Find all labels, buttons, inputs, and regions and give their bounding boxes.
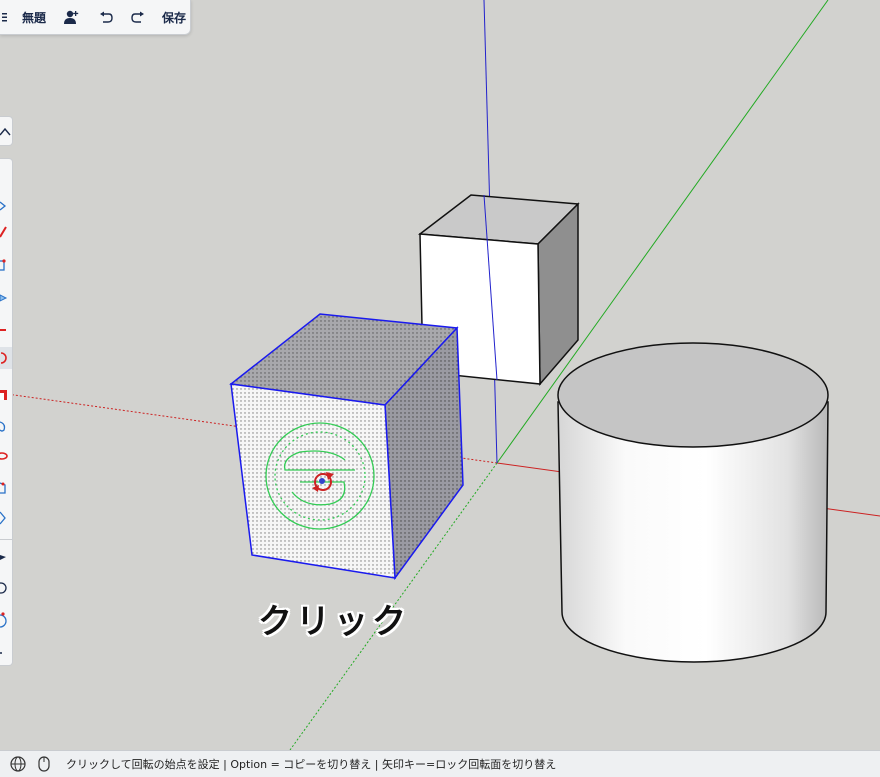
orbit-tool-icon[interactable] (0, 445, 12, 467)
menu-icon[interactable] (0, 0, 12, 34)
undo-icon[interactable] (92, 0, 120, 34)
status-bar: クリックして回転の始点を設定 | Option = コピーを切り替え | 矢印キ… (0, 750, 880, 777)
select-tool-icon[interactable] (0, 193, 12, 215)
collapse-toolbar-button[interactable] (0, 116, 13, 146)
zoom-tool-icon[interactable] (0, 507, 12, 529)
tools-panel (0, 158, 13, 666)
tape-measure-tool-icon[interactable] (0, 547, 12, 569)
globe-icon[interactable] (10, 756, 30, 772)
redo-icon[interactable] (124, 0, 152, 34)
rectangle-tool-icon[interactable] (0, 253, 12, 275)
document-title[interactable]: 無題 (18, 0, 50, 34)
move-tool-icon[interactable] (0, 319, 12, 341)
add-user-icon[interactable] (58, 0, 86, 34)
protractor-tool-icon[interactable] (0, 609, 12, 631)
push-pull-tool-icon[interactable] (0, 287, 12, 309)
pencil-tool-icon[interactable] (0, 221, 12, 243)
top-toolbar: 無題 保存 (0, 0, 191, 35)
pan-tool-icon[interactable] (0, 477, 12, 499)
save-button[interactable]: 保存 (158, 0, 190, 34)
mouse-icon (38, 756, 52, 772)
more-tools-icon[interactable] (0, 639, 12, 661)
click-caption: クリック (258, 602, 410, 642)
model-viewport[interactable] (0, 0, 880, 751)
status-hint-text: クリックして回転の始点を設定 | Option = コピーを切り替え | 矢印キ… (66, 758, 557, 771)
circle-tool-icon[interactable] (0, 577, 12, 599)
selected-cube[interactable] (229, 313, 464, 581)
rotate-tool-icon[interactable] (0, 347, 12, 369)
cylinder[interactable] (557, 342, 829, 663)
paint-tool-icon[interactable] (0, 415, 12, 437)
scale-tool-icon[interactable] (0, 385, 12, 407)
